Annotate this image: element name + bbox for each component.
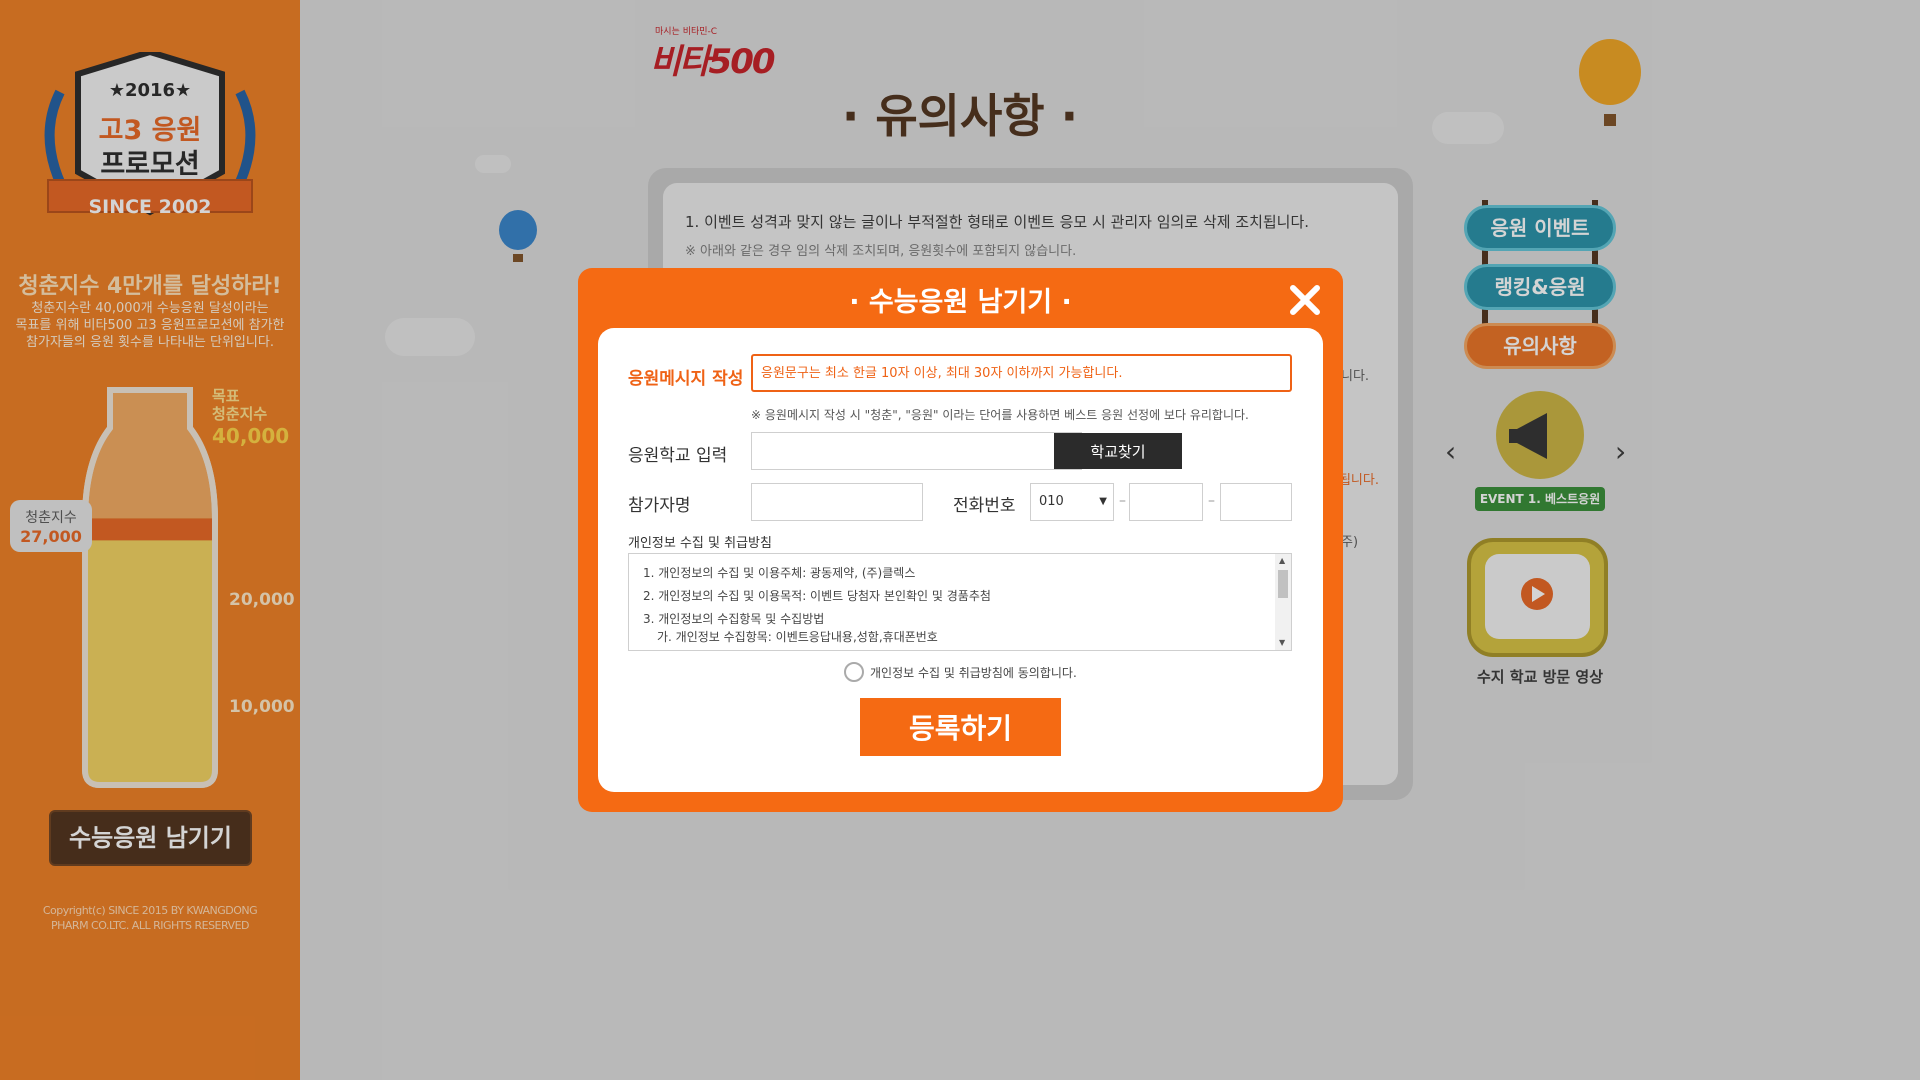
privacy-agree-label[interactable]: 개인정보 수집 및 취급방침에 동의합니다. xyxy=(870,664,1077,681)
phone-prefix-select[interactable]: 010 ▼ xyxy=(1030,483,1114,521)
close-icon[interactable] xyxy=(1283,278,1327,322)
modal-title: · 수능응원 남기기 · xyxy=(849,287,1072,318)
privacy-line: 3. 개인정보의 수집항목 및 수집방법 xyxy=(643,612,825,626)
privacy-agree-radio[interactable] xyxy=(844,662,864,682)
name-input[interactable] xyxy=(751,483,923,521)
privacy-line: 2. 개인정보의 수집 및 이용목적: 이벤트 당첨자 본인확인 및 경품추첨 xyxy=(643,589,991,603)
chevron-down-icon: ▼ xyxy=(1099,496,1107,507)
name-label: 참가자명 xyxy=(628,496,691,516)
cheer-modal: · 수능응원 남기기 · 응원메시지 작성 ※ 응원메시지 작성 시 "청춘",… xyxy=(578,268,1343,812)
phone-dash: – xyxy=(1119,493,1126,509)
find-school-button[interactable]: 학교찾기 xyxy=(1054,433,1182,469)
phone-dash: – xyxy=(1208,493,1215,509)
privacy-line: 1. 개인정보의 수집 및 이용주체: 광동제약, (주)클렉스 xyxy=(643,566,916,580)
scrollbar-thumb[interactable] xyxy=(1278,570,1288,598)
message-hint: ※ 응원메시지 작성 시 "청춘", "응원" 이라는 단어를 사용하면 베스트… xyxy=(751,408,1249,422)
school-input[interactable] xyxy=(751,432,1082,470)
submit-button[interactable]: 등록하기 xyxy=(860,698,1061,756)
phone-mid-input[interactable] xyxy=(1129,483,1203,521)
school-label: 응원학교 입력 xyxy=(628,446,728,466)
modal-form: 응원메시지 작성 ※ 응원메시지 작성 시 "청춘", "응원" 이라는 단어를… xyxy=(598,328,1323,792)
message-input[interactable] xyxy=(751,354,1292,392)
scroll-down-icon[interactable]: ▼ xyxy=(1279,638,1285,647)
scroll-up-icon[interactable]: ▲ xyxy=(1279,556,1285,565)
phone-prefix-value: 010 xyxy=(1039,494,1064,509)
privacy-title: 개인정보 수집 및 취급방침 xyxy=(628,536,772,551)
privacy-scrollbar[interactable]: ▲ ▼ xyxy=(1275,554,1291,650)
privacy-subline: 가. 개인정보 수집항목: 이벤트응답내용,성함,휴대폰번호 xyxy=(657,630,938,644)
message-label: 응원메시지 작성 xyxy=(628,369,744,389)
phone-label: 전화번호 xyxy=(953,496,1016,516)
phone-last-input[interactable] xyxy=(1220,483,1292,521)
privacy-policy-box[interactable]: 1. 개인정보의 수집 및 이용주체: 광동제약, (주)클렉스 2. 개인정보… xyxy=(628,553,1292,651)
